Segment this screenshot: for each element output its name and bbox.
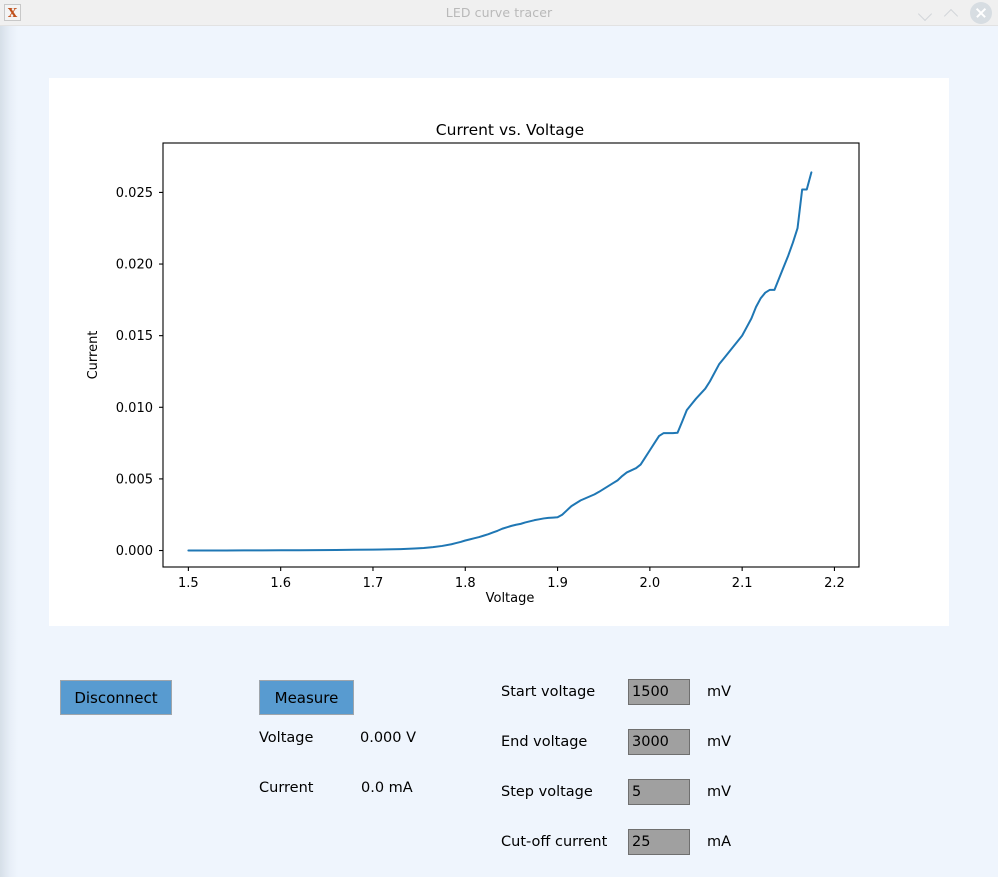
controls-panel: Disconnect Measure Voltage 0.000 V Curre… <box>0 626 998 877</box>
step-voltage-row: Step voltage mV <box>501 777 731 807</box>
close-icon[interactable] <box>970 1 992 24</box>
svg-text:1.7: 1.7 <box>363 576 384 591</box>
current-readout-value: 0.0 mA <box>361 780 413 796</box>
window-titlebar: X LED curve tracer <box>0 0 998 26</box>
svg-text:0.025: 0.025 <box>116 186 153 201</box>
plot-card: Current vs. Voltage 1.5 1.6 1.7 1.8 1.9 2.0 2.… <box>49 78 949 626</box>
chart-x-axis-label: Voltage <box>486 591 535 606</box>
svg-text:1.8: 1.8 <box>455 576 476 591</box>
window-controls <box>918 1 992 24</box>
chart-title: Current vs. Voltage <box>436 121 584 139</box>
start-voltage-row: Start voltage mV <box>501 677 731 707</box>
window-title: LED curve tracer <box>445 5 553 20</box>
current-readout-label: Current <box>259 780 314 796</box>
start-voltage-input[interactable] <box>628 679 690 705</box>
end-voltage-unit: mV <box>707 734 732 750</box>
disconnect-button[interactable]: Disconnect <box>60 680 172 715</box>
step-voltage-label: Step voltage <box>501 784 593 800</box>
chart-y-axis-label: Current <box>86 331 101 380</box>
cutoff-current-label: Cut-off current <box>501 834 608 850</box>
end-voltage-label: End voltage <box>501 734 588 750</box>
measure-button[interactable]: Measure <box>259 680 354 715</box>
svg-text:0.015: 0.015 <box>116 329 153 344</box>
cutoff-current-row: Cut-off current mA <box>501 827 731 857</box>
svg-text:0.020: 0.020 <box>116 258 153 273</box>
end-voltage-row: End voltage mV <box>501 727 731 757</box>
svg-text:1.5: 1.5 <box>178 576 199 591</box>
svg-text:2.1: 2.1 <box>732 576 753 591</box>
svg-text:1.6: 1.6 <box>270 576 291 591</box>
cutoff-current-unit: mA <box>707 834 732 850</box>
chevron-down-icon[interactable] <box>918 6 932 20</box>
step-voltage-input[interactable] <box>628 779 690 805</box>
svg-text:2.2: 2.2 <box>824 576 845 591</box>
current-vs-voltage-chart: Current vs. Voltage 1.5 1.6 1.7 1.8 1.9 2.0 2.… <box>49 78 949 626</box>
step-voltage-unit: mV <box>707 784 732 800</box>
voltage-readout-value: 0.000 V <box>360 730 417 746</box>
end-voltage-input[interactable] <box>628 729 690 755</box>
start-voltage-label: Start voltage <box>501 684 596 700</box>
chevron-up-icon[interactable] <box>944 6 958 20</box>
svg-text:2.0: 2.0 <box>640 576 661 591</box>
voltage-readout-label: Voltage <box>259 730 314 746</box>
svg-text:1.9: 1.9 <box>547 576 568 591</box>
svg-text:0.005: 0.005 <box>116 472 153 487</box>
cutoff-current-input[interactable] <box>628 829 690 855</box>
svg-text:0.010: 0.010 <box>116 401 153 416</box>
start-voltage-unit: mV <box>707 684 732 700</box>
svg-text:0.000: 0.000 <box>116 544 153 559</box>
